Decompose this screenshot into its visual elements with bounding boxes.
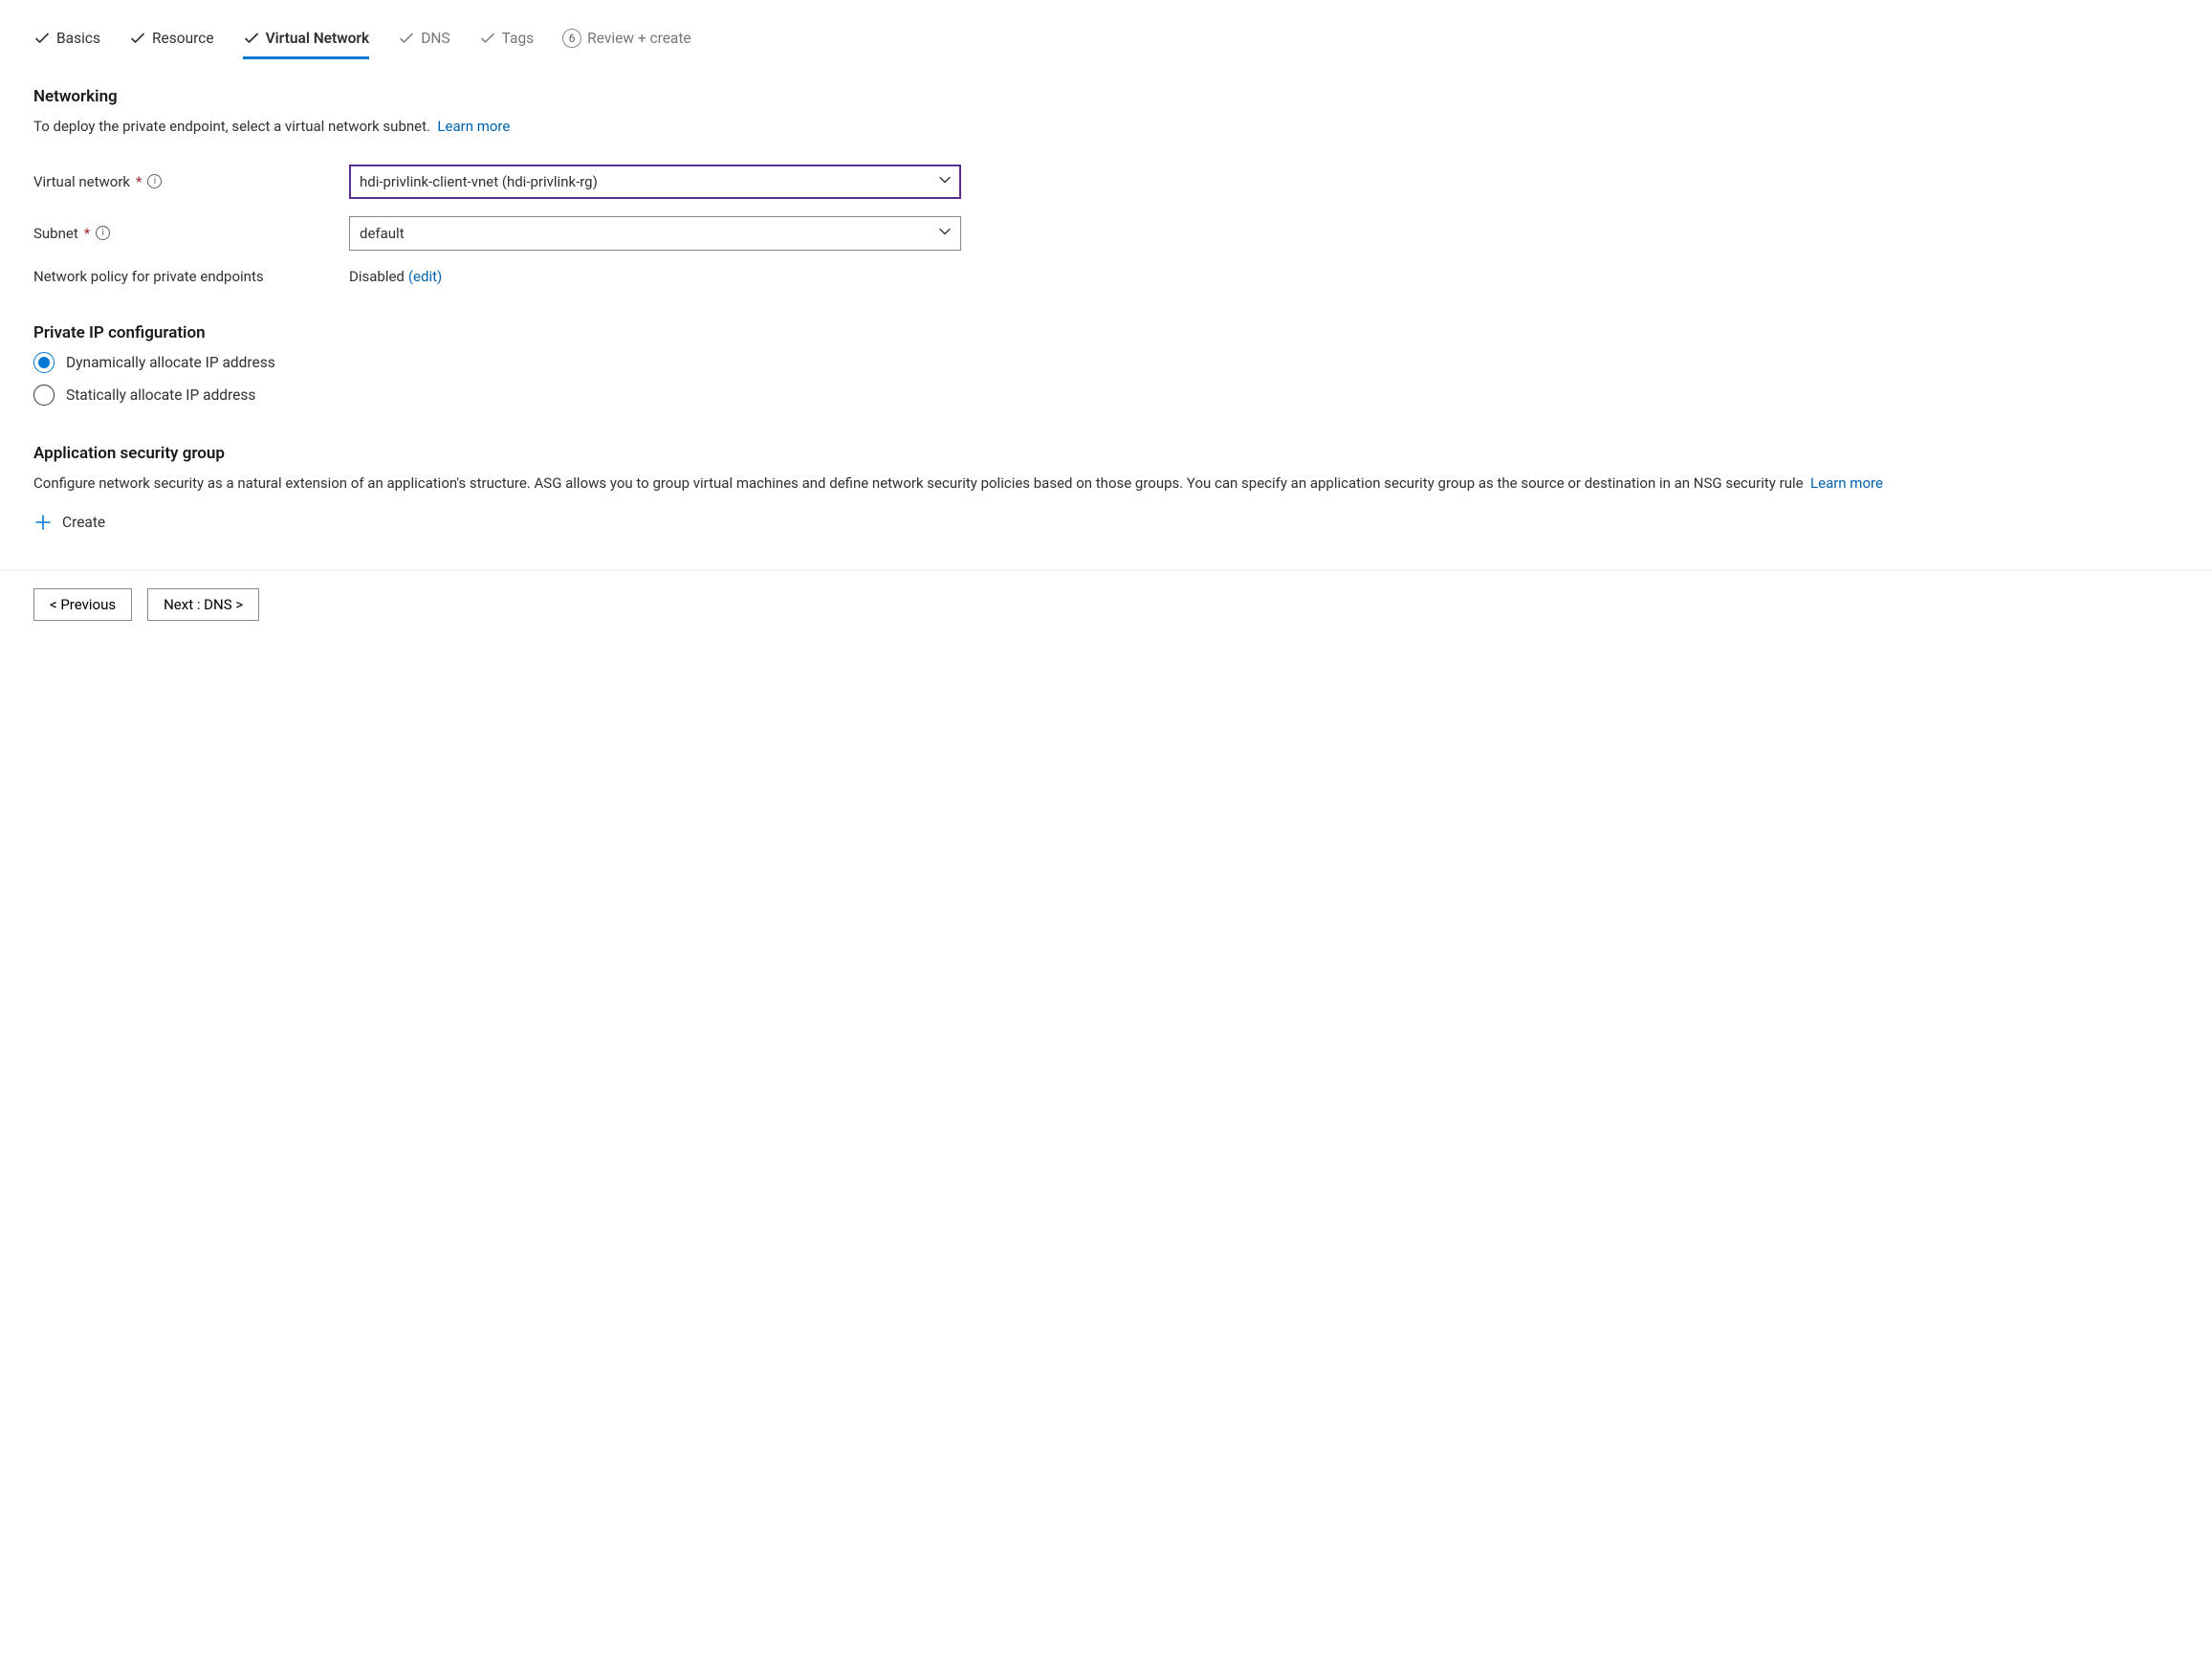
subnet-select[interactable]: default (349, 216, 961, 251)
network-policy-value: Disabled (349, 268, 405, 285)
tab-resource[interactable]: Resource (129, 30, 214, 59)
tab-label: Resource (152, 30, 214, 47)
asg-desc-text: Configure network security as a natural … (33, 474, 1804, 492)
subnet-label: Subnet * i (33, 225, 349, 242)
networking-description: To deploy the private endpoint, select a… (33, 116, 2179, 138)
tab-review-create[interactable]: 6 Review + create (562, 29, 690, 60)
previous-button[interactable]: < Previous (33, 588, 132, 621)
subnet-selected-value: default (360, 225, 405, 242)
networking-learn-more-link[interactable]: Learn more (437, 118, 510, 135)
plus-icon (33, 513, 53, 532)
create-asg-button[interactable]: Create (33, 513, 2179, 532)
radio-label: Dynamically allocate IP address (66, 354, 275, 371)
asg-heading: Application security group (33, 444, 2179, 463)
asg-description: Configure network security as a natural … (33, 473, 2179, 495)
info-icon[interactable]: i (96, 226, 110, 240)
check-icon (398, 30, 415, 47)
tab-virtual-network[interactable]: Virtual Network (243, 30, 370, 59)
tab-label: Tags (502, 30, 535, 47)
tab-label: Review + create (587, 30, 690, 47)
info-icon[interactable]: i (147, 174, 162, 188)
required-asterisk-icon: * (136, 173, 142, 190)
check-icon (33, 30, 51, 47)
tab-dns[interactable]: DNS (398, 30, 449, 59)
virtual-network-select[interactable]: hdi-privlink-client-vnet (hdi-privlink-r… (349, 165, 961, 199)
asg-learn-more-link[interactable]: Learn more (1810, 474, 1883, 492)
vnet-label-text: Virtual network (33, 173, 130, 190)
network-policy-label: Network policy for private endpoints (33, 268, 349, 285)
tab-label: DNS (421, 30, 449, 47)
step-number-icon: 6 (562, 29, 581, 48)
radio-icon (33, 385, 55, 406)
check-icon (129, 30, 146, 47)
wizard-tabs: Basics Resource Virtual Network DNS Tags… (33, 29, 2179, 60)
radio-icon (33, 352, 55, 373)
wizard-footer: < Previous Next : DNS > (0, 570, 2212, 638)
next-button[interactable]: Next : DNS > (147, 588, 259, 621)
create-label: Create (62, 514, 105, 531)
networking-heading: Networking (33, 87, 2179, 106)
tab-label: Basics (56, 30, 100, 47)
networking-desc-text: To deploy the private endpoint, select a… (33, 118, 430, 135)
tab-label: Virtual Network (266, 30, 370, 47)
check-icon (479, 30, 496, 47)
radio-dynamic-ip[interactable]: Dynamically allocate IP address (33, 352, 2179, 373)
tab-tags[interactable]: Tags (479, 30, 535, 59)
required-asterisk-icon: * (84, 225, 90, 242)
vnet-selected-value: hdi-privlink-client-vnet (hdi-privlink-r… (360, 173, 598, 190)
radio-label: Statically allocate IP address (66, 386, 255, 404)
virtual-network-label: Virtual network * i (33, 173, 349, 190)
subnet-label-text: Subnet (33, 225, 78, 242)
radio-static-ip[interactable]: Statically allocate IP address (33, 385, 2179, 406)
network-policy-edit-link[interactable]: (edit) (408, 268, 442, 285)
private-ip-heading: Private IP configuration (33, 323, 2179, 342)
check-icon (243, 30, 260, 47)
private-ip-radio-group: Dynamically allocate IP address Statical… (33, 352, 2179, 406)
tab-basics[interactable]: Basics (33, 30, 100, 59)
